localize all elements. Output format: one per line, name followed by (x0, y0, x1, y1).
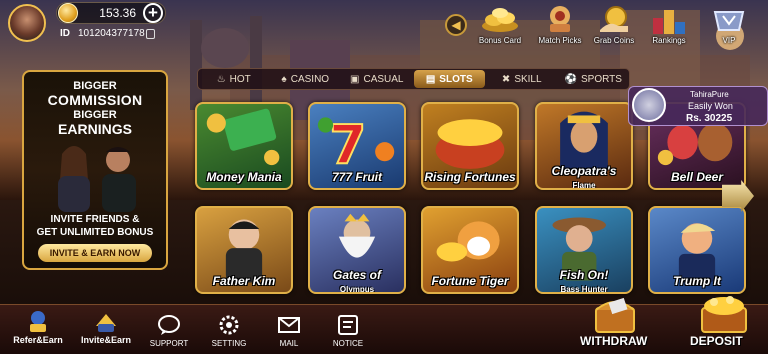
winner-avatar (632, 88, 666, 122)
game-subtitle: Bass Hunter (560, 285, 608, 294)
game-card-777-fruit[interactable]: 7 777 Fruit (308, 102, 406, 190)
nav-label: Invite&Earn (80, 335, 131, 345)
promo-line: BIGGER (73, 80, 117, 92)
nav-mail[interactable]: MAIL (259, 314, 319, 354)
category-tabs: ♨ HOT ♠ CASINO ▣ CASUAL ▤ SLOTS ✖ SKILL ⚽ SPOR… (197, 68, 630, 90)
game-title: Cleopatra's (551, 164, 617, 178)
rankings-icon (653, 10, 685, 34)
nav-label: SETTING (211, 339, 247, 348)
nav-support[interactable]: SUPPORT (139, 314, 199, 354)
game-title: 777 Fruit (331, 170, 382, 184)
invite-earn-icon (96, 314, 116, 332)
deposit-button[interactable]: DEPOSIT (690, 334, 743, 348)
tab-casino[interactable]: ♠ CASINO (270, 69, 342, 89)
promo-line: COMMISSION (47, 92, 143, 108)
tab-label: SKILL (514, 73, 542, 85)
game-card-fish-on[interactable]: Fish On! Bass Hunter (535, 206, 633, 294)
player-avatar[interactable] (8, 4, 46, 42)
win-text: Easily Won (688, 101, 733, 111)
game-card-father-kim[interactable]: Father Kim (195, 206, 293, 294)
win-amount: Rs. 30225 (686, 113, 733, 124)
casino-icon: ♠ (281, 73, 287, 85)
skill-icon: ✖ (501, 73, 511, 85)
gear-icon (219, 315, 239, 335)
withdraw-button[interactable]: WITHDRAW (580, 334, 647, 348)
game-title: Trump It (673, 274, 721, 288)
balance-value: 153.36 (99, 6, 136, 20)
chat-bubble-icon (158, 315, 180, 335)
game-card-gates-of-olympus[interactable]: Gates of Olympus (308, 206, 406, 294)
nav-refer-earn[interactable]: Refer&Earn (8, 310, 68, 350)
game-subtitle: Olympus (339, 285, 375, 294)
tab-label: HOT (229, 73, 251, 85)
game-title: Father Kim (212, 274, 276, 288)
player-id: ID 101204377178 (60, 28, 145, 39)
grab-coins-icon (600, 6, 628, 32)
vip-icon (713, 11, 745, 31)
svg-text:7: 7 (329, 113, 366, 176)
promo-people-image (58, 146, 136, 212)
game-title: Gates of (332, 268, 381, 282)
top-item-label: VIP (722, 36, 736, 45)
sports-icon: ⚽ (564, 73, 577, 85)
game-title: Fish On! (559, 268, 609, 282)
game-subtitle: Flame (572, 181, 596, 190)
withdraw-chest-icon (595, 297, 635, 333)
promo-line: INVITE FRIENDS & (50, 214, 140, 225)
tab-skill[interactable]: ✖ SKILL (486, 69, 558, 89)
game-card-cleopatras-flame[interactable]: Cleopatra's Flame (535, 102, 633, 190)
game-card-money-mania[interactable]: Money Mania (195, 102, 293, 190)
nav-setting[interactable]: SETTING (199, 314, 259, 354)
deposit-treasure-icon (701, 296, 747, 333)
nav-label: Refer&Earn (13, 335, 63, 345)
fire-icon: ♨ (216, 73, 226, 85)
player-id-label: ID (60, 28, 70, 39)
copy-icon[interactable] (146, 29, 155, 39)
game-title: Rising Fortunes (424, 170, 516, 184)
top-item-rankings[interactable]: Rankings (636, 4, 702, 48)
top-item-vip[interactable]: VIP (696, 4, 762, 48)
refer-earn-icon (30, 311, 46, 332)
player-id-value: 101204377178 (78, 28, 145, 39)
nav-label: NOTICE (332, 339, 364, 348)
nav-label: SUPPORT (149, 339, 189, 348)
game-title: Bell Deer (670, 170, 724, 184)
notice-icon (338, 315, 358, 335)
invite-earn-now-button[interactable]: INVITE & EARN NOW (38, 244, 152, 262)
collapse-arrow-icon[interactable]: ◀ (445, 14, 467, 36)
top-item-label: Rankings (652, 36, 686, 45)
game-card-fortune-tiger[interactable]: Fortune Tiger (421, 206, 519, 294)
slots-icon: ▤ (425, 73, 436, 85)
add-funds-button[interactable]: + (143, 3, 163, 23)
tab-hot[interactable]: ♨ HOT (198, 69, 270, 89)
promo-line: EARNINGS (58, 121, 132, 137)
tab-sports[interactable]: ⚽ SPORTS (558, 69, 630, 89)
coin-icon (58, 3, 78, 23)
nav-invite-earn[interactable]: Invite&Earn (76, 310, 136, 350)
match-picks-icon (550, 6, 570, 32)
promo-line: GET UNLIMITED BONUS (36, 227, 154, 238)
top-item-label: Bonus Card (478, 36, 522, 45)
game-title: Fortune Tiger (431, 274, 509, 288)
promo-line: BIGGER (73, 109, 117, 121)
winner-name: TahiraPure (690, 90, 729, 99)
game-title: Money Mania (206, 170, 282, 184)
top-item-bonus-card[interactable]: Bonus Card (467, 4, 533, 48)
tab-casual[interactable]: ▣ CASUAL (341, 69, 413, 89)
tab-label: SLOTS (439, 73, 473, 85)
tab-slots[interactable]: ▤ SLOTS (413, 70, 485, 88)
gamepad-icon: ▣ (350, 73, 360, 85)
mail-icon (278, 317, 300, 333)
tab-label: CASUAL (363, 73, 404, 85)
invite-promo-banner[interactable]: BIGGER COMMISSION BIGGER EARNINGS INVITE… (22, 70, 168, 270)
game-card-trump-it[interactable]: Trump It (648, 206, 746, 294)
game-card-rising-fortunes[interactable]: Rising Fortunes (421, 102, 519, 190)
tab-label: SPORTS (581, 73, 622, 85)
tab-label: CASINO (290, 73, 330, 85)
nav-notice[interactable]: NOTICE (318, 314, 378, 354)
bonus-card-icon (482, 8, 518, 32)
nav-label: MAIL (279, 339, 299, 348)
